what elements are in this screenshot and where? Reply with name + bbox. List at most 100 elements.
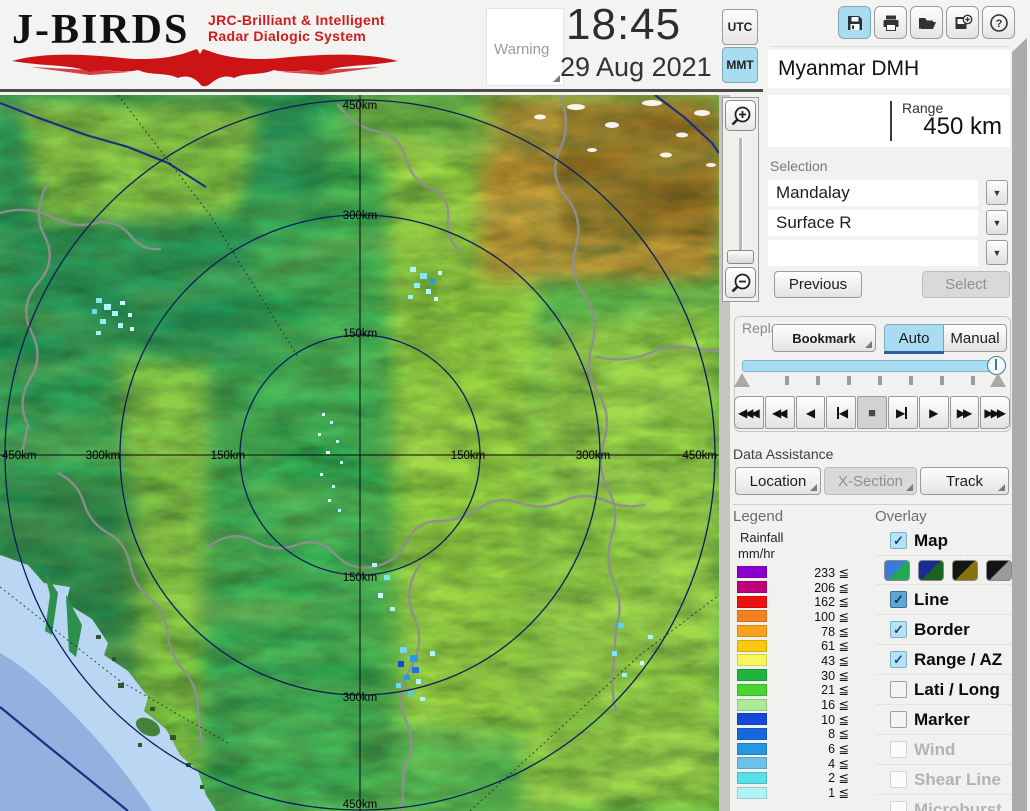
- replay-range-start-marker[interactable]: [734, 373, 750, 387]
- zoom-slider-thumb[interactable]: [727, 250, 754, 264]
- site-dropdown-value[interactable]: Mandalay: [768, 180, 978, 206]
- print-icon: [883, 15, 898, 31]
- map-style-swatch-2[interactable]: [918, 559, 944, 581]
- bar-glyph: [904, 406, 908, 419]
- svg-text:150km: 150km: [343, 328, 378, 340]
- auto-button[interactable]: Auto: [884, 324, 944, 352]
- previous-button[interactable]: Previous: [774, 271, 862, 298]
- option-dropdown-value[interactable]: [768, 240, 978, 266]
- mmt-button[interactable]: MMT: [722, 47, 758, 83]
- bookmark-button[interactable]: Bookmark: [772, 324, 876, 352]
- manual-button[interactable]: Manual: [943, 324, 1007, 352]
- auto-selected-indicator: [884, 351, 944, 354]
- print-button[interactable]: [874, 6, 907, 39]
- slider-tick: [816, 376, 820, 385]
- save-button[interactable]: [838, 6, 871, 39]
- radar-map[interactable]: 450km 300km 150km 150km 300km 450km 450k…: [0, 93, 721, 811]
- legend-value: 10 ≦: [821, 712, 849, 727]
- legend-row: 100 ≦: [737, 609, 849, 624]
- overlay-label: Microburst: [914, 799, 1002, 811]
- zoom-slider-track[interactable]: [739, 138, 743, 256]
- legend-value: 162 ≦: [814, 595, 849, 610]
- step-back-button[interactable]: ◀: [795, 396, 826, 429]
- legend-value: 61 ≦: [821, 639, 849, 654]
- rewind-fast-button[interactable]: ◀ ◀ ◀: [734, 396, 764, 429]
- track-label: Track: [946, 472, 983, 490]
- skip-end-button[interactable]: ▶: [887, 396, 918, 429]
- location-button[interactable]: Location: [735, 467, 821, 495]
- site-dropdown-button[interactable]: ▼: [986, 180, 1008, 205]
- overlay-label: Wind: [914, 739, 956, 759]
- legend-value: 6 ≦: [828, 742, 849, 757]
- checkbox-lati-long[interactable]: [890, 681, 907, 698]
- play-icon: ▶: [929, 405, 939, 420]
- forward-fast-icon: ▶ ▶ ▶: [984, 405, 1007, 420]
- help-button[interactable]: ?: [982, 6, 1015, 39]
- warning-label: Warning: [494, 41, 550, 58]
- skip-start-button[interactable]: ◀: [826, 396, 857, 429]
- overlay-label: Border: [914, 619, 970, 639]
- header-divider: [0, 89, 763, 92]
- checkbox-map[interactable]: ✓: [890, 532, 907, 549]
- open-folder-icon: [918, 17, 936, 29]
- overlay-label: Shear Line: [914, 769, 1001, 789]
- legend-row: 16 ≦: [737, 697, 849, 712]
- overlay-title: Overlay: [875, 508, 927, 525]
- legend-value: 21 ≦: [821, 683, 849, 698]
- chevron-down-icon: ▼: [992, 247, 1002, 258]
- zoom-out-button[interactable]: [725, 267, 756, 298]
- legend-color-swatch: [737, 610, 767, 623]
- overlay-label: Map: [914, 530, 948, 550]
- warning-button[interactable]: Warning: [486, 8, 564, 86]
- checkbox-range-az[interactable]: ✓: [890, 651, 907, 668]
- option-dropdown-button[interactable]: ▼: [986, 240, 1008, 265]
- select-button[interactable]: Select: [922, 271, 1010, 298]
- add-image-button[interactable]: [946, 6, 979, 39]
- map-style-swatch-1[interactable]: [884, 559, 910, 581]
- zoom-in-button[interactable]: [725, 100, 756, 131]
- legend-row: 206 ≦: [737, 580, 849, 595]
- replay-slider-track[interactable]: [742, 360, 998, 372]
- location-label: Location: [749, 472, 807, 490]
- zoom-out-icon: [731, 273, 750, 292]
- checkbox-line[interactable]: ✓: [890, 591, 907, 608]
- legend-color-swatch: [737, 742, 767, 755]
- checkbox-marker[interactable]: [890, 711, 907, 728]
- utc-button[interactable]: UTC: [722, 9, 758, 45]
- x-section-button[interactable]: X-Section: [824, 467, 917, 495]
- legend-row: 10 ≦: [737, 712, 849, 727]
- overlay-item-line: ✓ Line: [876, 585, 1012, 615]
- checkbox-wind[interactable]: [890, 741, 907, 758]
- open-folder-button[interactable]: [910, 6, 943, 39]
- overlay-item-shear-line: Shear Line: [876, 765, 1012, 795]
- checkbox-microburst[interactable]: [890, 801, 907, 811]
- track-button[interactable]: Track: [920, 467, 1009, 495]
- map-style-swatch-4[interactable]: [986, 559, 1012, 581]
- legend-color-swatch: [737, 757, 767, 770]
- stop-button[interactable]: ■: [857, 396, 887, 429]
- panel-scrollbar[interactable]: [1012, 38, 1027, 811]
- forward-button[interactable]: ▶ ▶: [949, 396, 980, 429]
- forward-fast-button[interactable]: ▶ ▶ ▶: [980, 396, 1011, 429]
- play-button[interactable]: ▶: [918, 396, 949, 429]
- checkbox-border[interactable]: ✓: [890, 621, 907, 638]
- legend-value: 8 ≦: [828, 727, 849, 742]
- legend-value: 206 ≦: [814, 580, 849, 595]
- product-dropdown-value[interactable]: Surface R: [768, 210, 978, 236]
- product-dropdown-button[interactable]: ▼: [986, 210, 1008, 235]
- menu-corner-icon: [906, 484, 913, 491]
- slider-tick: [909, 376, 913, 385]
- rewind-button[interactable]: ◀ ◀: [764, 396, 795, 429]
- menu-corner-icon: [865, 341, 872, 348]
- replay-range-end-marker[interactable]: [990, 373, 1006, 387]
- legend-color-swatch: [737, 698, 767, 711]
- legend-row: 43 ≦: [737, 653, 849, 668]
- legend-color-swatch: [737, 683, 767, 696]
- overlay-item-range-az: ✓ Range / AZ: [876, 645, 1012, 675]
- svg-text:300km: 300km: [86, 450, 121, 462]
- legend-row: 30 ≦: [737, 668, 849, 683]
- toolbar: ?: [838, 6, 1015, 39]
- checkbox-shear-line[interactable]: [890, 771, 907, 788]
- legend-row: 21 ≦: [737, 683, 849, 698]
- map-style-swatch-3[interactable]: [952, 559, 978, 581]
